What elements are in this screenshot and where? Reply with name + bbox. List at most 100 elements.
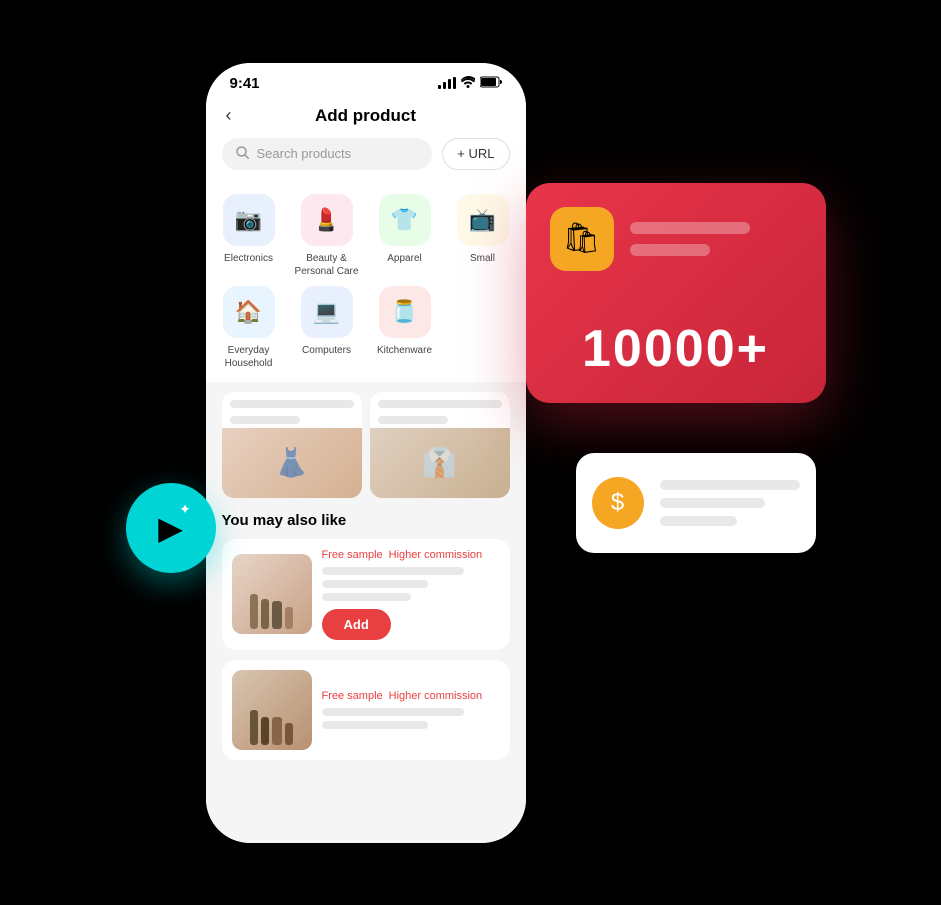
dollar-bar-3	[660, 516, 737, 526]
tv-icon: ▶ ✦	[158, 509, 183, 547]
sparkle-icon: ✦	[179, 501, 191, 518]
phone-device: 9:41 ‹	[206, 63, 526, 843]
product-bar-1	[230, 400, 354, 408]
bottle-4	[285, 607, 293, 629]
url-button[interactable]: + URL	[442, 138, 509, 170]
dollar-bar-2	[660, 498, 765, 508]
bottle-7	[272, 717, 282, 745]
bottle-3	[272, 601, 282, 629]
product-info-bars-2	[322, 708, 500, 729]
back-button[interactable]: ‹	[226, 105, 232, 126]
red-card-bars	[630, 222, 802, 256]
beauty-label: Beauty & Personal Care	[295, 252, 359, 278]
shirt-icon: 👕	[391, 207, 418, 233]
bottles-visual-2	[250, 710, 293, 750]
wifi-icon	[461, 76, 475, 91]
product-tags-2: Free sample Higher commission	[322, 690, 500, 702]
kitchen-label: Kitchenware	[377, 344, 432, 357]
add-button-1[interactable]: Add	[322, 609, 391, 640]
red-card-count: 10000+	[550, 319, 802, 379]
info-bar-1	[322, 567, 464, 575]
tv-cat-icon: 📺	[469, 207, 496, 233]
dollar-bar-1	[660, 480, 800, 490]
electronics-icon-wrap: 📷	[223, 194, 275, 246]
product-card-2: Free sample Higher commission	[222, 660, 510, 760]
tag-free-sample-1: Free sample	[322, 549, 383, 561]
category-item-electronics[interactable]: 📷 Electronics	[214, 194, 284, 278]
product-card-1: Free sample Higher commission Add	[222, 539, 510, 650]
status-bar: 9:41	[206, 63, 526, 98]
shopping-bag-icon: 🛍	[562, 221, 600, 256]
category-item-small[interactable]: 📺 Small	[448, 194, 518, 278]
computers-label: Computers	[302, 344, 351, 357]
product-card-info-1: Free sample Higher commission Add	[322, 549, 500, 640]
product-preview-cols: 👗 👔	[206, 382, 526, 498]
household-icon: 🏠	[235, 299, 262, 325]
also-like-section: You may also like	[206, 498, 526, 778]
dollar-card-bars	[660, 480, 800, 526]
kitchen-icon-wrap: 🫙	[379, 286, 431, 338]
computers-icon-wrap: 💻	[301, 286, 353, 338]
product-card-info-2: Free sample Higher commission	[322, 690, 500, 729]
product-bar-4	[378, 416, 448, 424]
battery-icon	[480, 76, 502, 91]
product-col-2: 👔	[370, 392, 510, 498]
product-bar-2	[230, 416, 300, 424]
bottle-2	[261, 599, 269, 629]
category-item-household[interactable]: 🏠 Everyday Household	[214, 286, 284, 370]
category-item-kitchen[interactable]: 🫙 Kitchenware	[370, 286, 440, 370]
search-icon	[236, 146, 249, 162]
section-title: You may also like	[222, 512, 510, 529]
app-header: ‹ Add product	[206, 98, 526, 138]
info-bar-5	[322, 721, 429, 729]
electronics-label: Electronics	[224, 252, 273, 265]
dollar-card: $	[576, 453, 816, 553]
product-image-2: 👔	[370, 428, 510, 498]
product-bar-3	[378, 400, 502, 408]
signal-icon	[438, 77, 456, 89]
product-tags-1: Free sample Higher commission	[322, 549, 500, 561]
search-bar[interactable]: Search products	[222, 138, 433, 170]
small-icon-wrap: 📺	[457, 194, 509, 246]
dollar-icon: $	[592, 477, 644, 529]
category-item-computers[interactable]: 💻 Computers	[292, 286, 362, 370]
categories-grid: 📷 Electronics 💄 Beauty & Personal Care	[214, 194, 518, 370]
product-card-image-1	[232, 554, 312, 634]
product-image-1: 👗	[222, 428, 362, 498]
search-placeholder: Search products	[257, 146, 352, 161]
red-card-top: 🛍	[550, 207, 802, 271]
red-bar-2	[630, 244, 710, 256]
red-bar-1	[630, 222, 750, 234]
beauty-icon-wrap: 💄	[301, 194, 353, 246]
tv-circle[interactable]: ▶ ✦	[126, 483, 216, 573]
scroll-content: 📷 Electronics 💄 Beauty & Personal Care	[206, 182, 526, 843]
laptop-icon: 💻	[313, 299, 340, 325]
shop-icon: 🛍	[550, 207, 614, 271]
categories-section: 📷 Electronics 💄 Beauty & Personal Care	[206, 182, 526, 382]
search-section: Search products + URL	[206, 138, 526, 182]
tag-higher-commission-2: Higher commission	[389, 690, 483, 702]
household-icon-wrap: 🏠	[223, 286, 275, 338]
info-bar-2	[322, 580, 429, 588]
tag-higher-commission-1: Higher commission	[389, 549, 483, 561]
dollar-symbol: $	[611, 489, 624, 517]
bottle-1	[250, 594, 258, 629]
info-bar-4	[322, 708, 464, 716]
kitchen-icon: 🫙	[391, 299, 418, 325]
product-col-1: 👗	[222, 392, 362, 498]
camera-icon: 📷	[235, 207, 262, 233]
product-card-image-2	[232, 670, 312, 750]
tag-free-sample-2: Free sample	[322, 690, 383, 702]
status-time: 9:41	[230, 75, 260, 92]
product-info-bars-1	[322, 567, 500, 601]
category-item-apparel[interactable]: 👕 Apparel	[370, 194, 440, 278]
apparel-icon-wrap: 👕	[379, 194, 431, 246]
category-item-beauty[interactable]: 💄 Beauty & Personal Care	[292, 194, 362, 278]
red-card: 🛍 10000+	[526, 183, 826, 403]
info-bar-3	[322, 593, 411, 601]
beauty-icon: 💄	[313, 207, 340, 233]
bottle-8	[285, 723, 293, 745]
small-label: Small	[470, 252, 495, 265]
bottle-6	[261, 717, 269, 745]
household-label: Everyday Household	[225, 344, 273, 370]
